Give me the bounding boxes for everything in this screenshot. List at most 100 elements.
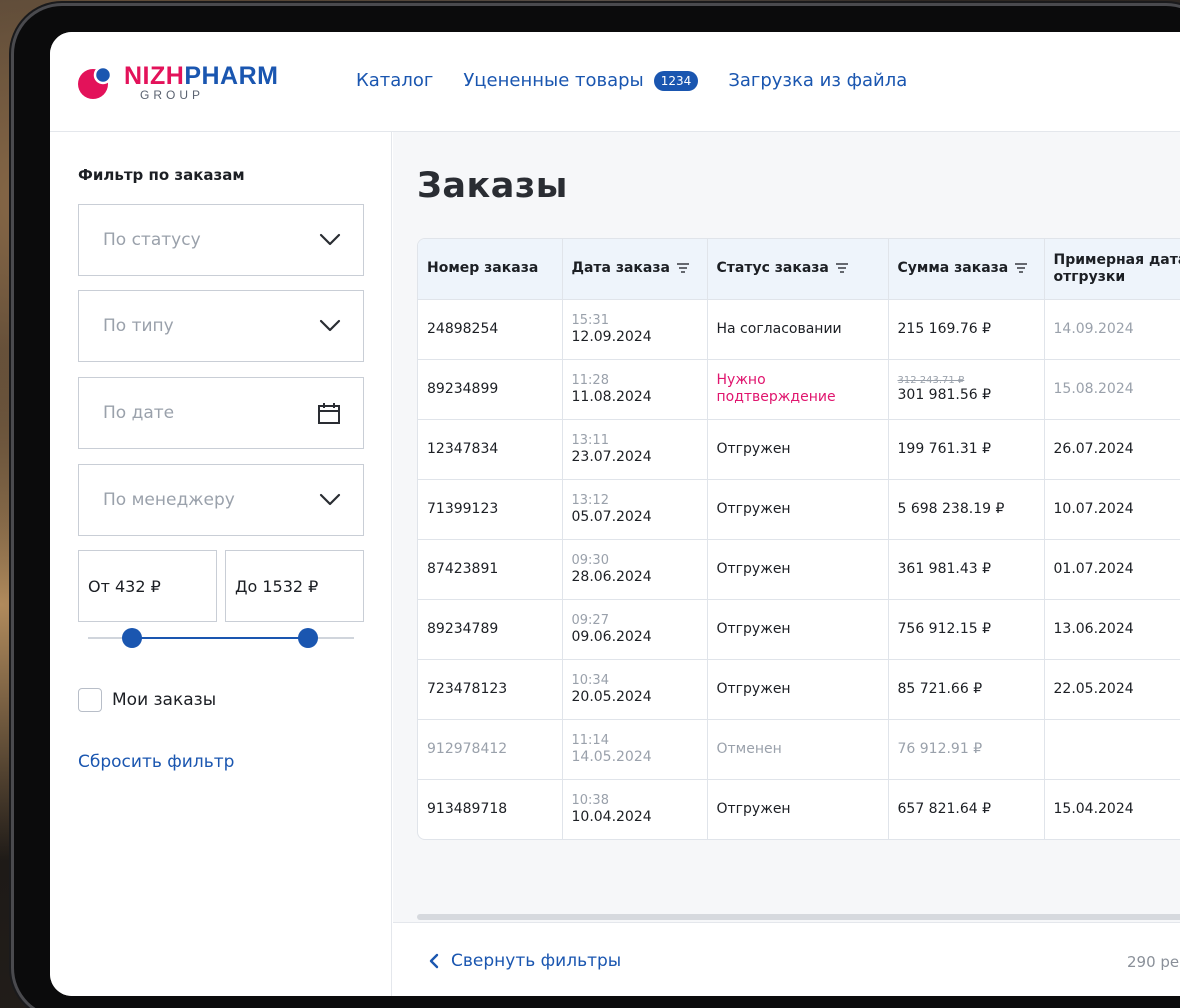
order-status: Отгружен — [716, 680, 791, 697]
table-row[interactable]: 71399123 13:12 05.07.2024 Отгружен 5 698 238… — [418, 479, 1180, 540]
type-filter-select[interactable]: По типу — [78, 290, 364, 362]
cell-order-date: 11:14 14.05.2024 — [562, 719, 708, 780]
cell-order-sum: 215 169.76 ₽ — [888, 299, 1045, 360]
cell-order-sum: 76 912.91 ₽ — [888, 719, 1045, 780]
order-time: 11:14 — [571, 733, 609, 748]
cell-order-number[interactable]: 89234899 — [418, 359, 563, 420]
brand-logo[interactable]: NIZHPHARM GROUP — [78, 62, 308, 102]
nav-upload-file[interactable]: Загрузка из файла — [728, 70, 907, 91]
cell-order-sum: 5 698 238.19 ₽ — [888, 479, 1045, 540]
sort-icon[interactable] — [835, 263, 849, 273]
cell-order-status: Отгружен — [707, 659, 889, 720]
table-row[interactable]: 723478123 10:34 20.05.2024 Отгружен 85 721.6… — [418, 659, 1180, 720]
manager-filter-select[interactable]: По менеджеру — [78, 464, 364, 536]
cell-order-date: 09:27 09.06.2024 — [562, 599, 708, 660]
cell-order-number[interactable]: 723478123 — [418, 659, 563, 720]
cell-ship-date: 15.08.2024 — [1044, 359, 1180, 420]
order-sum: 756 912.15 ₽ — [897, 620, 992, 637]
order-time: 10:34 — [571, 673, 609, 688]
price-slider-min-handle[interactable] — [122, 628, 142, 648]
cell-order-number[interactable]: 913489718 — [418, 779, 563, 839]
cell-order-status: Нужно подтверждение — [707, 359, 889, 420]
column-header-status[interactable]: Статус заказа — [707, 239, 889, 300]
cell-order-date: 13:11 23.07.2024 — [562, 419, 708, 480]
order-ship-date: 14.09.2024 — [1053, 320, 1134, 337]
reset-filter-link[interactable]: Сбросить фильтр — [78, 752, 234, 772]
order-ship-date: 22.05.2024 — [1053, 680, 1134, 697]
order-number: 12347834 — [427, 440, 499, 457]
column-header-date[interactable]: Дата заказа — [562, 239, 708, 300]
order-number: 71399123 — [427, 500, 499, 517]
discounted-count-badge: 1234 — [653, 70, 699, 91]
type-filter-placeholder: По типу — [103, 316, 174, 336]
order-date: 20.05.2024 — [571, 689, 652, 705]
table-row[interactable]: 89234899 11:28 11.08.2024 Нужно подтвержден… — [418, 359, 1180, 420]
orders-table-container: Номер заказа Дата заказа Статус заказа С… — [417, 238, 1180, 840]
date-filter-input[interactable]: По дате — [78, 377, 364, 449]
order-time: 09:30 — [571, 553, 609, 568]
cell-order-sum: 361 981.43 ₽ — [888, 539, 1045, 600]
table-row[interactable]: 89234789 09:27 09.06.2024 Отгружен 756 912.1… — [418, 599, 1180, 660]
order-number: 723478123 — [427, 680, 508, 697]
order-date: 05.07.2024 — [571, 509, 652, 525]
cell-order-number[interactable]: 24898254 — [418, 299, 563, 360]
column-header-sum[interactable]: Сумма заказа — [888, 239, 1045, 300]
nav-catalog[interactable]: Каталог — [356, 70, 433, 91]
order-date: 23.07.2024 — [571, 449, 652, 465]
brand-name-prefix: NIZH — [124, 62, 185, 90]
column-header-ship-date-label: Примерная дата отгрузки — [1053, 251, 1180, 285]
collapse-filters-button[interactable]: Свернуть фильтры — [429, 951, 621, 971]
cell-ship-date: 01.07.2024 — [1044, 539, 1180, 600]
order-ship-date: 10.07.2024 — [1053, 500, 1134, 517]
my-orders-option[interactable]: Мои заказы — [78, 688, 216, 712]
order-time: 13:11 — [571, 433, 609, 448]
order-time: 11:28 — [571, 373, 609, 388]
table-row[interactable]: 913489718 10:38 10.04.2024 Отгружен 657 821.… — [418, 779, 1180, 839]
order-number: 87423891 — [427, 560, 499, 577]
order-time: 15:31 — [571, 313, 609, 328]
manager-filter-placeholder: По менеджеру — [103, 490, 235, 510]
cell-order-sum: 657 821.64 ₽ — [888, 779, 1045, 839]
order-sum: 657 821.64 ₽ — [897, 800, 992, 817]
order-date: 11.08.2024 — [571, 389, 652, 405]
table-row[interactable]: 24898254 15:31 12.09.2024 На согласовании 21… — [418, 299, 1180, 360]
sort-icon[interactable] — [1014, 263, 1028, 273]
cell-order-number[interactable]: 71399123 — [418, 479, 563, 540]
cell-order-sum: 199 761.31 ₽ — [888, 419, 1045, 480]
my-orders-label[interactable]: Мои заказы — [112, 690, 216, 710]
cell-ship-date: 15.04.2024 — [1044, 779, 1180, 839]
order-date: 14.05.2024 — [571, 749, 652, 765]
nav-discounted[interactable]: Уцененные товары 1234 — [463, 70, 699, 91]
sort-icon[interactable] — [676, 263, 690, 273]
table-row[interactable]: 12347834 13:11 23.07.2024 Отгружен 199 761.3… — [418, 419, 1180, 480]
app-screen: NIZHPHARM GROUP Каталог Уцененные товары… — [50, 32, 1180, 996]
order-ship-date: 26.07.2024 — [1053, 440, 1134, 457]
cell-order-date: 13:12 05.07.2024 — [562, 479, 708, 540]
price-slider-max-handle[interactable] — [298, 628, 318, 648]
order-sum: 76 912.91 ₽ — [897, 740, 983, 757]
column-header-number[interactable]: Номер заказа — [418, 239, 563, 300]
order-sum: 361 981.43 ₽ — [897, 560, 992, 577]
list-footer: Свернуть фильтры 290 резу — [393, 922, 1180, 996]
order-date: 10.04.2024 — [571, 809, 652, 825]
price-from-input[interactable]: От 432 ₽ — [78, 550, 217, 622]
table-row[interactable]: 912978412 11:14 14.05.2024 Отменен 76 912.91… — [418, 719, 1180, 780]
column-header-status-label: Статус заказа — [716, 260, 829, 277]
table-row[interactable]: 87423891 09:30 28.06.2024 Отгружен 361 981.4… — [418, 539, 1180, 600]
calendar-icon[interactable] — [317, 401, 341, 425]
column-header-ship-date[interactable]: Примерная дата отгрузки — [1044, 239, 1180, 300]
cell-ship-date — [1044, 719, 1180, 780]
my-orders-checkbox[interactable] — [78, 688, 102, 712]
cell-order-number[interactable]: 912978412 — [418, 719, 563, 780]
price-to-input[interactable]: До 1532 ₽ — [225, 550, 364, 622]
horizontal-scrollbar[interactable] — [417, 914, 1180, 920]
cell-order-number[interactable]: 87423891 — [418, 539, 563, 600]
cell-order-number[interactable]: 89234789 — [418, 599, 563, 660]
chevron-down-icon — [319, 319, 341, 332]
orders-table: Номер заказа Дата заказа Статус заказа С… — [418, 239, 1180, 839]
orders-table-body: 24898254 15:31 12.09.2024 На согласовании 21… — [418, 299, 1180, 839]
cell-order-status: Отгружен — [707, 779, 889, 839]
status-filter-select[interactable]: По статусу — [78, 204, 364, 276]
cell-order-number[interactable]: 12347834 — [418, 419, 563, 480]
order-status: Отгружен — [716, 560, 791, 577]
